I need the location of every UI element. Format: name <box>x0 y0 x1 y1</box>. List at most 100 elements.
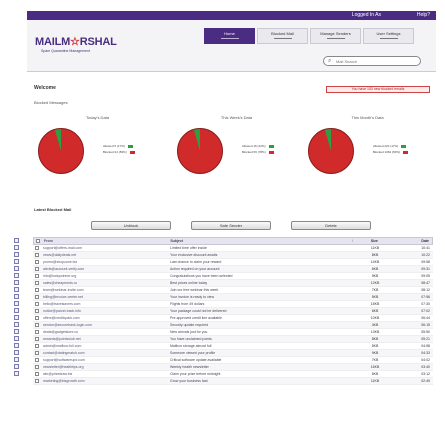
row-subject[interactable]: Someone viewed your profile <box>167 350 345 356</box>
table-row[interactable]: alerts@account-verify.com Action required… <box>33 266 433 273</box>
table-row[interactable]: rewards@pointsclub.net You have unclaimed… <box>33 336 433 343</box>
row-checkbox[interactable] <box>33 371 41 377</box>
tab-manage-senders[interactable]: Manage Senders <box>310 28 361 44</box>
row-date: 05:50 <box>421 330 430 334</box>
row-checkbox[interactable] <box>33 287 41 293</box>
table-row[interactable]: service@securebank-login.com Security upd… <box>33 322 433 329</box>
row-checkbox[interactable] <box>33 308 41 314</box>
tab-user-settings[interactable]: User Settings <box>363 28 414 44</box>
row-from[interactable]: newsletter@healthtips.org <box>41 364 167 370</box>
row-checkbox[interactable] <box>33 259 41 265</box>
row-checkbox[interactable] <box>33 315 41 321</box>
row-subject[interactable]: Grow your business fast <box>167 378 345 384</box>
search-input[interactable] <box>336 58 414 65</box>
row-checkbox[interactable] <box>33 252 41 258</box>
row-from[interactable]: notice@parcel-track.info <box>41 308 167 314</box>
table-row[interactable]: offers@creditquick.com Pre-approved credi… <box>33 315 433 322</box>
row-subject[interactable]: Claim your prize before midnight <box>167 371 345 377</box>
row-checkbox[interactable] <box>33 357 41 363</box>
row-subject[interactable]: Congratulations you have been selected <box>167 273 345 279</box>
row-from[interactable]: team@webinar-invite.com <box>41 287 167 293</box>
row-from[interactable]: admin@mailbox-full.com <box>41 343 167 349</box>
row-from[interactable]: deals@gadgetstore.co <box>41 329 167 335</box>
column-size[interactable]: Size <box>360 238 388 244</box>
row-subject[interactable]: Mailbox storage almost full <box>167 343 345 349</box>
row-from[interactable]: marketing@bizgrowth.com <box>41 378 167 384</box>
row-subject[interactable]: Flights from 49 dollars <box>167 301 345 307</box>
table-row[interactable]: sales@cheapmeds.ru Best prices online tod… <box>33 280 433 287</box>
row-from[interactable]: info@luckywinner.org <box>41 273 167 279</box>
table-row[interactable]: support@softwareupd.com Critical software… <box>33 357 433 364</box>
row-checkbox[interactable] <box>33 294 41 300</box>
row-from[interactable]: billing@invoice-center.net <box>41 294 167 300</box>
table-row[interactable]: promo@shopzone.biz Last chance to claim y… <box>33 259 433 266</box>
legend-swatch-blocked <box>403 150 409 154</box>
row-checkbox[interactable] <box>33 364 41 370</box>
safe-sender-button[interactable]: Safe Sender <box>191 221 271 230</box>
row-subject[interactable]: Security update required <box>167 322 345 328</box>
row-from[interactable]: support@offers-mail.com <box>41 245 167 251</box>
row-checkbox[interactable] <box>33 329 41 335</box>
table-row[interactable]: deals@gadgetstore.co New arrivals just fo… <box>33 329 433 336</box>
column-from[interactable]: From <box>42 238 167 244</box>
column-subject[interactable]: Subject <box>167 238 344 244</box>
table-row[interactable]: marketing@bizgrowth.com Grow your busines… <box>33 378 433 385</box>
row-checkbox[interactable] <box>33 336 41 342</box>
row-subject[interactable]: New arrivals just for you <box>167 329 345 335</box>
row-checkbox[interactable] <box>33 378 41 384</box>
row-subject[interactable]: Your package could not be delivered <box>167 308 345 314</box>
row-subject[interactable]: Your exclusive discount awaits <box>167 252 345 258</box>
row-subject[interactable]: You have unclaimed points <box>167 336 345 342</box>
row-from[interactable]: news@dailydeals.net <box>41 252 167 258</box>
table-row[interactable]: notice@parcel-track.info Your package cou… <box>33 308 433 315</box>
tab-home[interactable]: Home <box>204 28 255 44</box>
row-from[interactable]: hello@travelsavers.com <box>41 301 167 307</box>
row-subject[interactable]: Join our free webinar this week <box>167 287 345 293</box>
column-flag[interactable]: ! <box>344 238 360 244</box>
row-subject[interactable]: Critical software update available <box>167 357 345 363</box>
unblock-button[interactable]: Unblock <box>91 221 171 230</box>
row-checkbox[interactable] <box>33 343 41 349</box>
table-row[interactable]: win@prizedraw.biz Claim your prize before… <box>33 371 433 378</box>
delete-button[interactable]: Delete <box>291 221 371 230</box>
column-date[interactable]: Date <box>388 238 432 244</box>
row-checkbox[interactable] <box>33 350 41 356</box>
table-row[interactable]: contact@datingmatch.com Someone viewed yo… <box>33 350 433 357</box>
row-subject[interactable]: Weekly health newsletter <box>167 364 345 370</box>
table-row[interactable]: team@webinar-invite.com Join our free web… <box>33 287 433 294</box>
row-from[interactable]: sales@cheapmeds.ru <box>41 280 167 286</box>
table-row[interactable]: support@offers-mail.com Limited time offe… <box>33 245 433 252</box>
table-row[interactable]: admin@mailbox-full.com Mailbox storage al… <box>33 343 433 350</box>
tab-blocked-mail[interactable]: Blocked Mail <box>257 28 308 44</box>
table-row[interactable]: news@dailydeals.net Your exclusive discou… <box>33 252 433 259</box>
row-from[interactable]: rewards@pointsclub.net <box>41 336 167 342</box>
row-checkbox[interactable] <box>33 301 41 307</box>
row-from[interactable]: service@securebank-login.com <box>41 322 167 328</box>
row-size: 6KB <box>371 372 379 376</box>
help-link[interactable]: Help? <box>417 11 430 20</box>
row-checkbox[interactable] <box>33 245 41 251</box>
new-blocked-badge[interactable]: You have 153 new blocked emails <box>326 86 430 93</box>
row-from[interactable]: alerts@account-verify.com <box>41 266 167 272</box>
row-from[interactable]: support@softwareupd.com <box>41 357 167 363</box>
row-subject[interactable]: Limited time offer inside <box>167 245 345 251</box>
row-subject[interactable]: Last chance to claim your reward <box>167 259 345 265</box>
row-checkbox[interactable] <box>33 266 41 272</box>
table-row[interactable]: info@luckywinner.org Congratulations you … <box>33 273 433 280</box>
select-all-checkbox[interactable] <box>34 238 42 244</box>
row-checkbox[interactable] <box>33 280 41 286</box>
table-row[interactable]: billing@invoice-center.net Your invoice i… <box>33 294 433 301</box>
search-icon[interactable]: ⌕ <box>328 58 331 65</box>
row-subject[interactable]: Pre-approved credit line available <box>167 315 345 321</box>
row-subject[interactable]: Best prices online today <box>167 280 345 286</box>
row-checkbox[interactable] <box>33 273 41 279</box>
table-row[interactable]: newsletter@healthtips.org Weekly health n… <box>33 364 433 371</box>
row-subject[interactable]: Your invoice is ready to view <box>167 294 345 300</box>
row-from[interactable]: contact@datingmatch.com <box>41 350 167 356</box>
row-subject[interactable]: Action required on your account <box>167 266 345 272</box>
table-row[interactable]: hello@travelsavers.com Flights from 49 do… <box>33 301 433 308</box>
row-from[interactable]: win@prizedraw.biz <box>41 371 167 377</box>
row-from[interactable]: promo@shopzone.biz <box>41 259 167 265</box>
row-checkbox[interactable] <box>33 322 41 328</box>
row-from[interactable]: offers@creditquick.com <box>41 315 167 321</box>
